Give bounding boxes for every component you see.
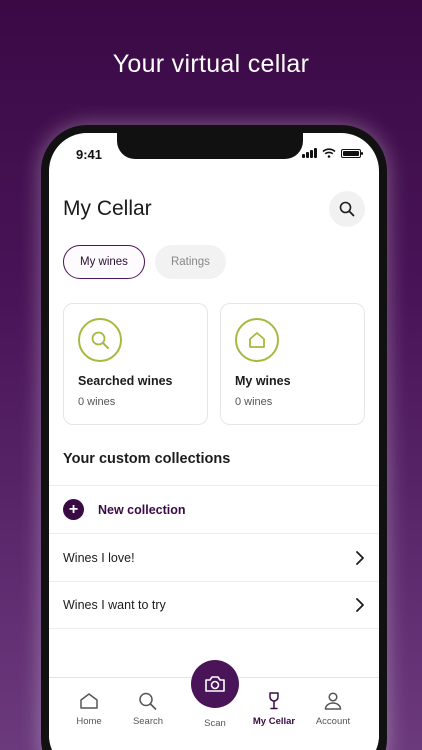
scan-button[interactable] — [191, 660, 239, 708]
wine-glass-icon — [269, 692, 279, 710]
bottom-nav: Home Search Scan My Cellar Account — [49, 660, 379, 750]
camera-icon — [205, 676, 225, 692]
person-icon — [324, 692, 342, 710]
card-searched-wines[interactable]: Searched wines 0 wines — [63, 303, 208, 425]
signal-icon — [302, 148, 317, 158]
nav-label: Home — [76, 716, 102, 727]
home-icon — [80, 693, 98, 709]
nav-account[interactable]: Account — [303, 692, 363, 727]
nav-my-cellar[interactable]: My Cellar — [244, 692, 304, 727]
nav-home[interactable]: Home — [59, 692, 119, 727]
card-count: 0 wines — [78, 396, 116, 408]
plus-icon: + — [63, 499, 84, 520]
search-button[interactable] — [329, 191, 365, 227]
my-wines-icon-ring — [235, 318, 279, 362]
search-icon — [139, 692, 157, 710]
new-collection-label: New collection — [98, 502, 186, 517]
status-icons — [302, 148, 363, 158]
collection-label: Wines I love! — [63, 550, 135, 565]
card-count: 0 wines — [235, 396, 273, 408]
home-icon — [249, 332, 265, 348]
nav-label-scan: Scan — [204, 718, 226, 729]
card-title: Searched wines — [78, 374, 173, 388]
chevron-right-icon — [356, 550, 364, 565]
phone-notch — [117, 133, 303, 159]
tab-my-wines[interactable]: My wines — [63, 245, 145, 279]
card-my-wines[interactable]: My wines 0 wines — [220, 303, 365, 425]
promo-headline: Your virtual cellar — [112, 50, 310, 78]
cellar-cards: Searched wines 0 wines My wines 0 wines — [63, 303, 365, 425]
collection-item[interactable]: Wines I want to try — [49, 581, 379, 629]
tab-ratings[interactable]: Ratings — [154, 245, 226, 279]
collections-list: + New collection Wines I love! Wines I w… — [49, 485, 379, 629]
battery-icon — [341, 148, 363, 158]
collection-label: Wines I want to try — [63, 598, 166, 612]
collections-title: Your custom collections — [63, 451, 231, 467]
status-time: 9:41 — [76, 147, 103, 162]
nav-search[interactable]: Search — [118, 692, 178, 727]
new-collection-button[interactable]: + New collection — [49, 485, 379, 533]
wifi-icon — [322, 148, 336, 158]
nav-label: Account — [315, 716, 351, 727]
nav-label: Search — [132, 716, 164, 727]
search-icon — [339, 201, 355, 217]
collection-item[interactable]: Wines I love! — [49, 533, 379, 581]
chevron-right-icon — [356, 598, 364, 612]
phone-screen: 9:41 My Cellar My wines Ratings Searched… — [49, 133, 379, 750]
search-icon — [91, 331, 109, 349]
nav-label: My Cellar — [252, 716, 296, 727]
cellar-tabs: My wines Ratings — [63, 245, 226, 279]
card-title: My wines — [235, 374, 291, 388]
page-title: My Cellar — [63, 197, 152, 220]
searched-wines-icon-ring — [78, 318, 122, 362]
